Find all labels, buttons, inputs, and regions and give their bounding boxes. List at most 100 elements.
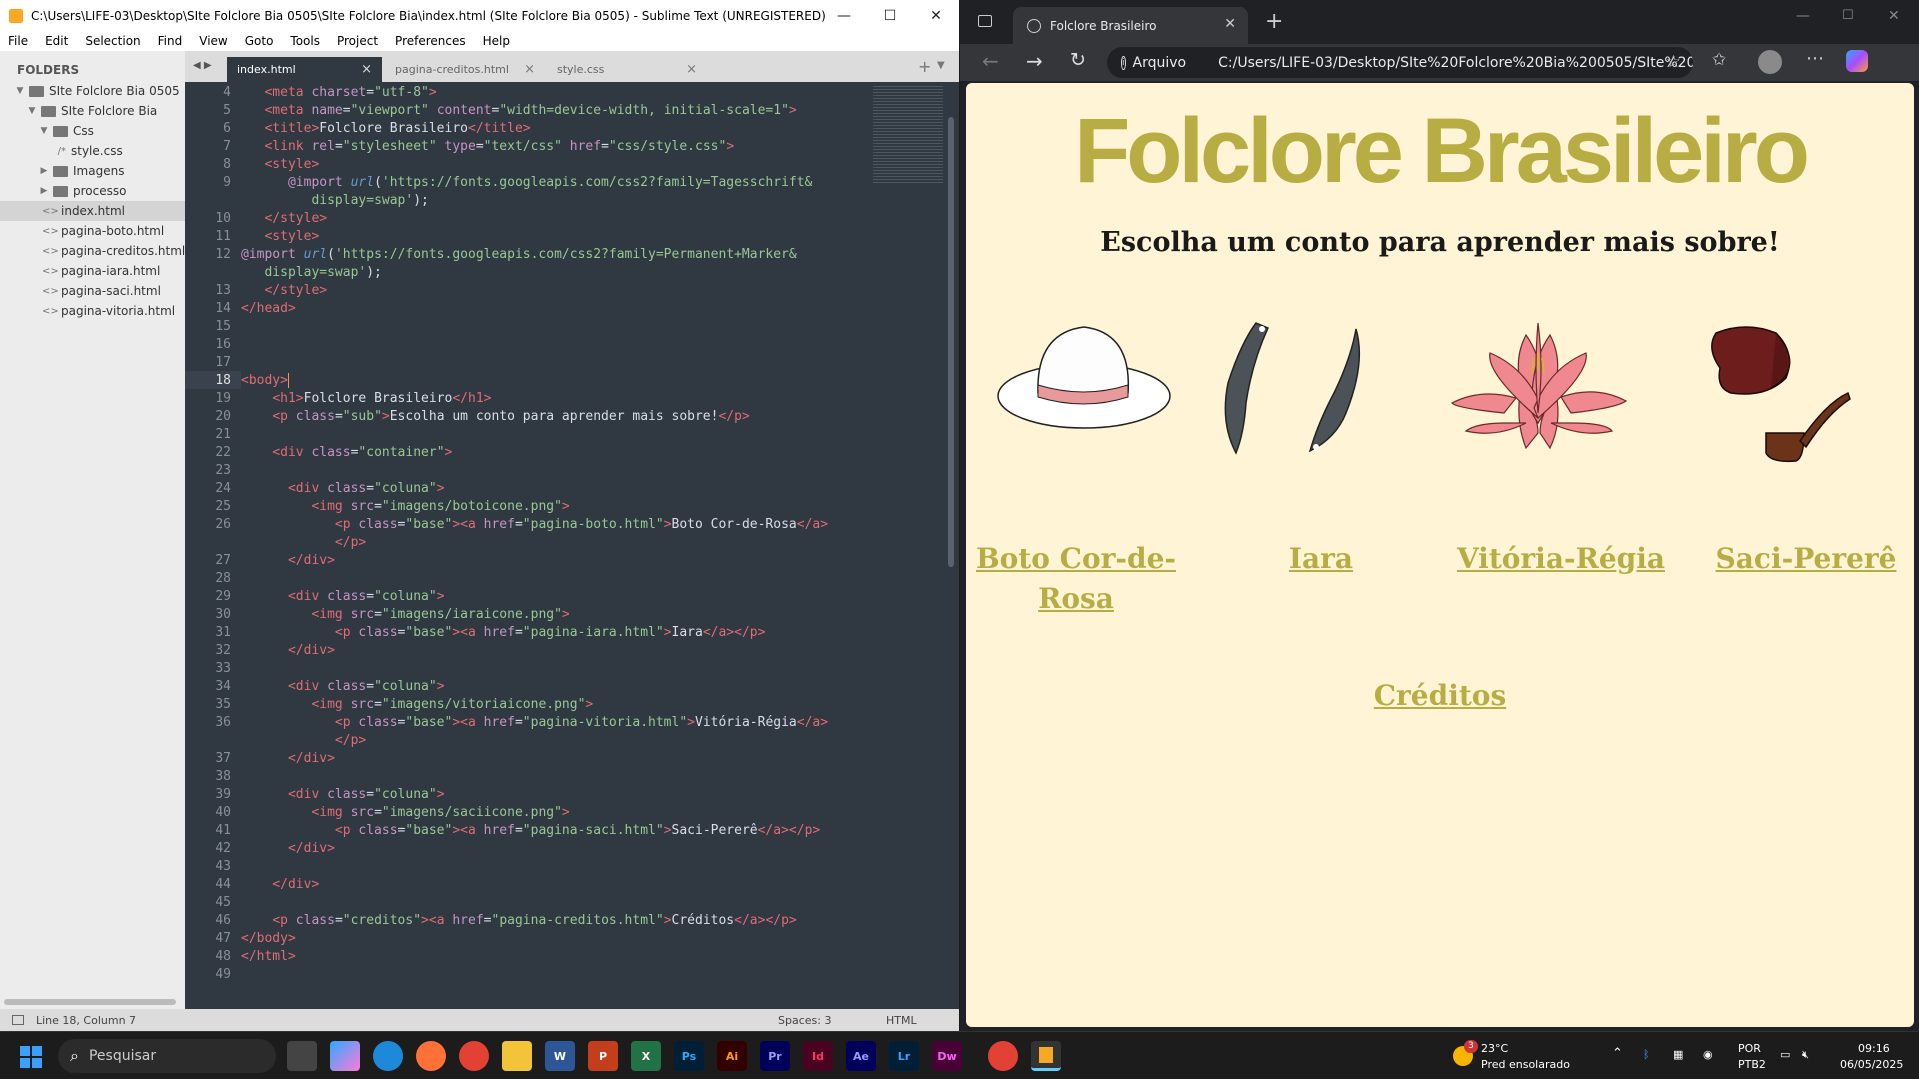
bluetooth-icon[interactable]: ᛒ xyxy=(1643,1047,1650,1062)
powerpoint-icon[interactable]: P xyxy=(588,1041,618,1071)
editor-scrollbar[interactable] xyxy=(873,82,959,1009)
browser-tab-active[interactable]: Folclore Brasileiro ✕ xyxy=(1013,7,1248,44)
lotus-flower-icon[interactable] xyxy=(1446,313,1686,573)
tree-file-saci[interactable]: <> pagina-saci.html xyxy=(0,281,185,301)
menu-preferences[interactable]: Preferences xyxy=(395,34,466,48)
menu-selection[interactable]: Selection xyxy=(85,34,140,48)
task-view-icon[interactable] xyxy=(287,1041,317,1071)
creditos-link[interactable]: Créditos xyxy=(966,679,1914,712)
firefox-icon[interactable] xyxy=(416,1041,446,1071)
link-iara[interactable]: Iara xyxy=(1206,539,1436,579)
tree-folder-processo[interactable]: ▶ processo xyxy=(0,181,185,201)
close-button[interactable]: ✕ xyxy=(1888,8,1900,24)
clock-date[interactable]: 06/05/2025 xyxy=(1840,1057,1903,1072)
menu-find[interactable]: Find xyxy=(158,34,183,48)
tab-pagina-creditos[interactable]: pagina-creditos.html × xyxy=(385,57,545,82)
link-boto[interactable]: Boto Cor-de-Rosa xyxy=(966,539,1186,619)
maximize-button[interactable]: ☐ xyxy=(867,0,913,31)
tree-folder-imagens[interactable]: ▶ Imagens xyxy=(0,161,185,181)
profile-avatar[interactable] xyxy=(1758,50,1782,74)
premiere-icon[interactable]: Pr xyxy=(760,1041,790,1071)
tab-style-css[interactable]: style.css × xyxy=(547,57,707,82)
after-effects-icon[interactable]: Ae xyxy=(846,1041,876,1071)
minimap[interactable] xyxy=(873,84,943,184)
menu-tools[interactable]: Tools xyxy=(290,34,320,48)
weather-desc[interactable]: Pred ensolarado xyxy=(1481,1057,1570,1072)
url-text[interactable]: C:/Users/LIFE-03/Desktop/SIte%20Folclore… xyxy=(1218,55,1693,71)
copilot-taskbar-icon[interactable] xyxy=(330,1041,360,1071)
favorites-icon[interactable]: ✩ xyxy=(1712,50,1726,70)
close-tab-icon[interactable]: × xyxy=(686,62,697,77)
syntax-status[interactable]: HTML xyxy=(886,1014,917,1027)
hat-icon[interactable] xyxy=(966,313,1206,573)
forward-icon[interactable]: → xyxy=(1026,49,1043,73)
keyboard-layout[interactable]: PTB2 xyxy=(1738,1057,1766,1072)
new-tab-icon[interactable]: + xyxy=(1265,9,1283,34)
photoshop-icon[interactable]: Ps xyxy=(674,1041,704,1071)
close-tab-icon[interactable]: × xyxy=(524,62,535,77)
tree-file-style-css[interactable]: /* style.css xyxy=(0,141,185,161)
scrollbar-thumb[interactable] xyxy=(948,117,954,567)
chevron-up-icon[interactable]: ⌃ xyxy=(1612,1046,1623,1061)
maximize-button[interactable]: ☐ xyxy=(1842,8,1854,23)
dreamweaver-icon[interactable]: Dw xyxy=(932,1041,962,1071)
indesign-icon[interactable]: Id xyxy=(803,1041,833,1071)
sublime-taskbar-icon[interactable] xyxy=(1031,1041,1061,1071)
excel-icon[interactable]: X xyxy=(631,1041,661,1071)
reload-icon[interactable]: ↻ xyxy=(1070,49,1086,71)
tab-actions-icon[interactable] xyxy=(978,15,992,27)
tray-app-icon[interactable]: ▦ xyxy=(1673,1047,1683,1062)
edge-icon[interactable] xyxy=(373,1041,403,1071)
indentation-status[interactable]: Spaces: 3 xyxy=(778,1014,831,1027)
tab-nav-arrows-icon[interactable]: ◀ ▶ xyxy=(193,60,212,71)
network-icon[interactable]: ▭ xyxy=(1780,1047,1790,1062)
menu-project[interactable]: Project xyxy=(337,34,378,48)
link-vitoria[interactable]: Vitória-Régia xyxy=(1446,539,1676,579)
star-icon[interactable]: ☆ xyxy=(1666,52,1681,72)
saci-hat-pipe-icon[interactable] xyxy=(1686,313,1914,573)
link-saci[interactable]: Saci-Pererê xyxy=(1686,539,1914,579)
tray-app2-icon[interactable]: ◉ xyxy=(1703,1047,1713,1062)
file-explorer-icon[interactable] xyxy=(502,1041,532,1071)
menu-file[interactable]: File xyxy=(8,34,28,48)
tree-folder-root[interactable]: ▼ SIte Folclore Bia 0505 xyxy=(0,81,185,101)
tree-file-index[interactable]: <> index.html xyxy=(0,201,185,221)
taskbar-search[interactable]: ⌕ Pesquisar xyxy=(58,1039,276,1073)
menu-view[interactable]: View xyxy=(199,34,227,48)
tab-dropdown-icon[interactable]: ▼ xyxy=(937,60,945,71)
code-editor[interactable]: <meta charset="utf-8"> <meta name="viewp… xyxy=(241,82,943,1009)
menu-goto[interactable]: Goto xyxy=(245,34,274,48)
copilot-icon[interactable] xyxy=(1846,50,1868,72)
clock-time[interactable]: 09:16 xyxy=(1858,1041,1890,1056)
close-tab-icon[interactable]: × xyxy=(361,62,372,77)
menu-edit[interactable]: Edit xyxy=(45,34,68,48)
fish-icon[interactable] xyxy=(1206,313,1446,573)
close-button[interactable]: ✕ xyxy=(913,0,959,31)
address-bar[interactable]: i Arquivo C:/Users/LIFE-03/Desktop/SIte%… xyxy=(1107,47,1693,78)
language-indicator[interactable]: POR xyxy=(1738,1041,1761,1056)
tab-index-html[interactable]: index.html × xyxy=(227,57,382,82)
tree-file-creditos[interactable]: <> pagina-creditos.html xyxy=(0,241,185,261)
more-icon[interactable]: ⋯ xyxy=(1806,48,1824,69)
tree-file-iara[interactable]: <> pagina-iara.html xyxy=(0,261,185,281)
minimize-button[interactable]: — xyxy=(821,0,867,31)
tree-folder-css[interactable]: ▼ Css xyxy=(0,121,185,141)
word-icon[interactable]: W xyxy=(545,1041,575,1071)
new-tab-icon[interactable]: + xyxy=(918,57,931,76)
illustrator-icon[interactable]: Ai xyxy=(717,1041,747,1071)
weather-temp[interactable]: 23°C xyxy=(1481,1041,1508,1056)
sidebar-scrollbar[interactable] xyxy=(4,999,176,1005)
tree-file-boto[interactable]: <> pagina-boto.html xyxy=(0,221,185,241)
chrome-profile-icon[interactable] xyxy=(988,1041,1018,1071)
minimize-button[interactable]: — xyxy=(1796,8,1810,24)
lightroom-icon[interactable]: Lr xyxy=(889,1041,919,1071)
panel-toggle-icon[interactable] xyxy=(12,1015,24,1025)
close-tab-icon[interactable]: ✕ xyxy=(1224,16,1236,32)
menu-help[interactable]: Help xyxy=(483,34,510,48)
windows-start-icon[interactable] xyxy=(20,1046,42,1068)
chrome-icon[interactable] xyxy=(459,1041,489,1071)
tree-folder-site[interactable]: ▼ SIte Folclore Bia xyxy=(0,101,185,121)
volume-icon[interactable]: 🔇︎ xyxy=(1802,1047,1809,1062)
back-icon[interactable]: ← xyxy=(982,49,999,73)
info-icon[interactable]: i xyxy=(1121,55,1126,70)
